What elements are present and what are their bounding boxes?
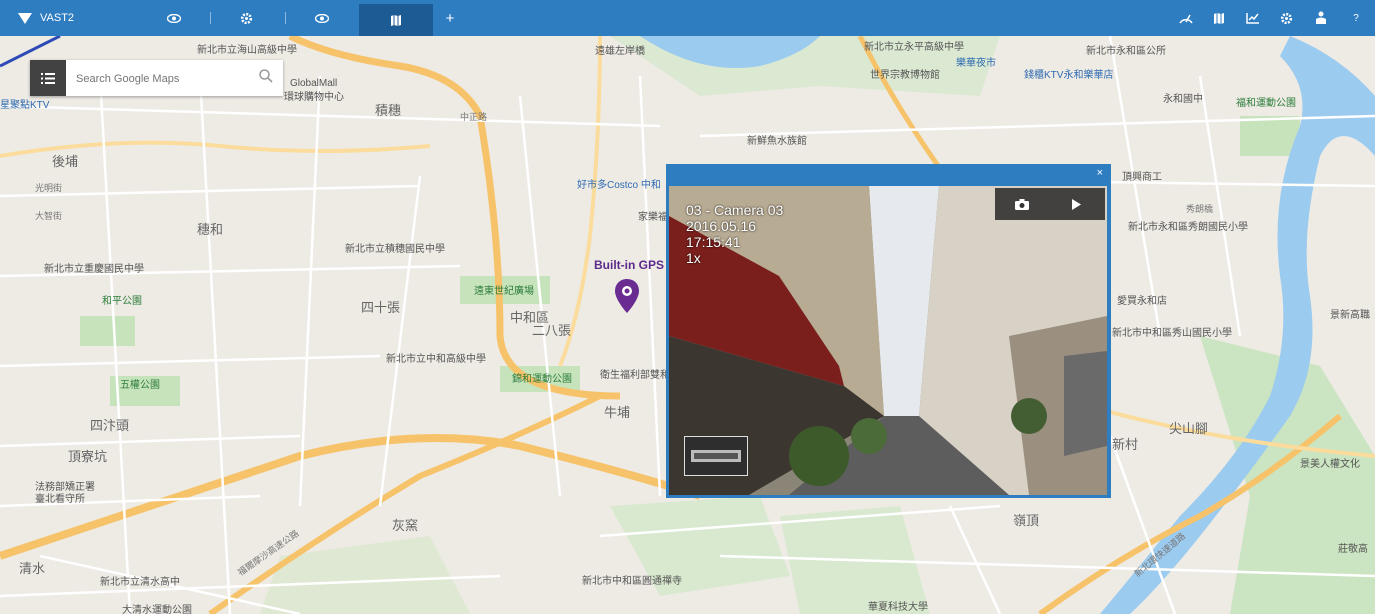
map-label: 華夏科技大學 [868,602,928,613]
thumbnail-image [691,450,741,462]
map-label: 中正路 [460,112,488,122]
search-input[interactable] [74,68,248,90]
map-label: 錦和運動公園 [512,374,572,385]
map-label: 尖山腳 [1169,421,1209,436]
map-label: 新村 [1112,437,1139,452]
map-label: 四十張 [361,300,401,315]
map-label: 遠東世紀廣場 [474,286,534,297]
dashboard-icon[interactable] [1176,0,1196,36]
map-label: 景美人權文化 [1300,459,1360,470]
map-label: 環球購物中心 [284,92,344,103]
map-label: 五權公園 [120,380,160,391]
camera-icon [1015,198,1029,210]
map-label: 永和國中 [1163,94,1203,105]
map-label: 景新高職 [1330,310,1370,321]
top-toolbar: VAST2 + ? [0,0,1375,36]
gear-icon[interactable] [1276,0,1296,36]
map-label: 新北市立積穗國民中學 [345,244,445,255]
map-label: 新北市立中和高級中學 [386,354,486,365]
map-label: 新鮮魚水族館 [747,136,807,147]
map-menu-button[interactable] [30,60,66,96]
play-icon [1072,198,1081,210]
video-toolbar [995,188,1105,220]
gps-device-label[interactable]: Built-in GPS [594,258,664,272]
map-label: 遠雄左岸橋 [595,46,645,57]
gear-icon[interactable] [236,0,256,36]
map-label: 福和運動公園 [1236,98,1296,109]
map-label: 新北市立海山高級中學 [197,45,297,56]
map-label: 愛買永和店 [1117,296,1167,307]
map-label: 頂興商工 [1122,172,1162,183]
preview-thumbnail[interactable] [684,436,748,476]
map-label: 家樂福 [638,212,668,223]
map-label: 清水 [19,561,46,576]
map-label: 星聚點KTV [0,100,50,111]
map-label: 錢櫃KTV永和樂華店 [1024,70,1114,81]
camera-popup: × 03 - Camera 03 2016.05.16 17:15:41 1x [666,164,1111,498]
map-label: 新北市永和區公所 [1086,46,1166,57]
app-name: VAST2 [40,12,75,24]
search-icon[interactable] [259,69,273,88]
eye-icon[interactable] [164,0,184,36]
close-icon[interactable]: × [1097,167,1103,179]
map-label: 嶺頂 [1013,513,1040,528]
map-search-box [30,60,283,96]
camera-video-feed[interactable]: 03 - Camera 03 2016.05.16 17:15:41 1x [669,186,1107,495]
map-label: 二八張 [532,323,572,338]
list-menu-icon [41,72,55,84]
osd-time: 17:15:41 [686,234,741,250]
osd-speed: 1x [686,250,701,266]
osd-date: 2016.05.16 [686,218,757,234]
video-osd: 03 - Camera 03 2016.05.16 17:15:41 1x [686,202,783,266]
user-icon[interactable] [1311,0,1331,36]
map-label: 新北市中和區圓通禪寺 [582,576,682,587]
map-label: 新北市永和區秀朗國民小學 [1128,222,1248,233]
add-tab-button[interactable]: + [443,0,457,36]
map-label: 臺北看守所 [35,494,85,505]
map-label: 大智街 [35,211,63,221]
map-label: 灰窯 [392,518,419,533]
map-label: 莊敬高 [1338,544,1368,555]
tab-map[interactable] [359,4,433,36]
vast-logo-icon [18,12,32,24]
map-label: 頂寮坑 [68,449,108,464]
map-label: 穗和 [197,222,224,237]
eye-icon[interactable] [312,0,332,36]
map-icon[interactable] [1209,0,1229,36]
map-icon [391,14,401,26]
map-label: 後埔 [52,154,79,169]
map-label: 秀朗橋 [1186,204,1214,214]
chart-icon[interactable] [1243,0,1263,36]
map-label: 大清水運動公園 [122,605,192,614]
map-label: 樂華夜市 [956,58,996,69]
app-brand[interactable]: VAST2 [18,0,74,36]
toolbar-divider [285,12,286,24]
toolbar-divider [210,12,211,24]
snapshot-button[interactable] [1011,194,1033,214]
help-icon[interactable]: ? [1348,0,1364,36]
map-label: 牛埔 [604,405,631,420]
map-label: 新北市立重慶國民中學 [44,264,144,275]
osd-camera-name: 03 - Camera 03 [686,202,784,218]
map-label: 新北市立清水高中 [100,577,180,588]
play-button[interactable] [1065,194,1087,214]
map-label: 四汴頭 [90,418,130,433]
map-label: 好市多Costco 中和 [577,180,661,191]
map-label: 新北市中和區秀山國民小學 [1112,328,1232,339]
map-label: 和平公園 [102,296,142,307]
map-label: 新北市立永平高級中學 [864,42,964,53]
map-label: 世界宗教博物館 [870,70,940,81]
map-label: 光明街 [35,183,63,193]
map-label: 積穗 [375,103,402,118]
